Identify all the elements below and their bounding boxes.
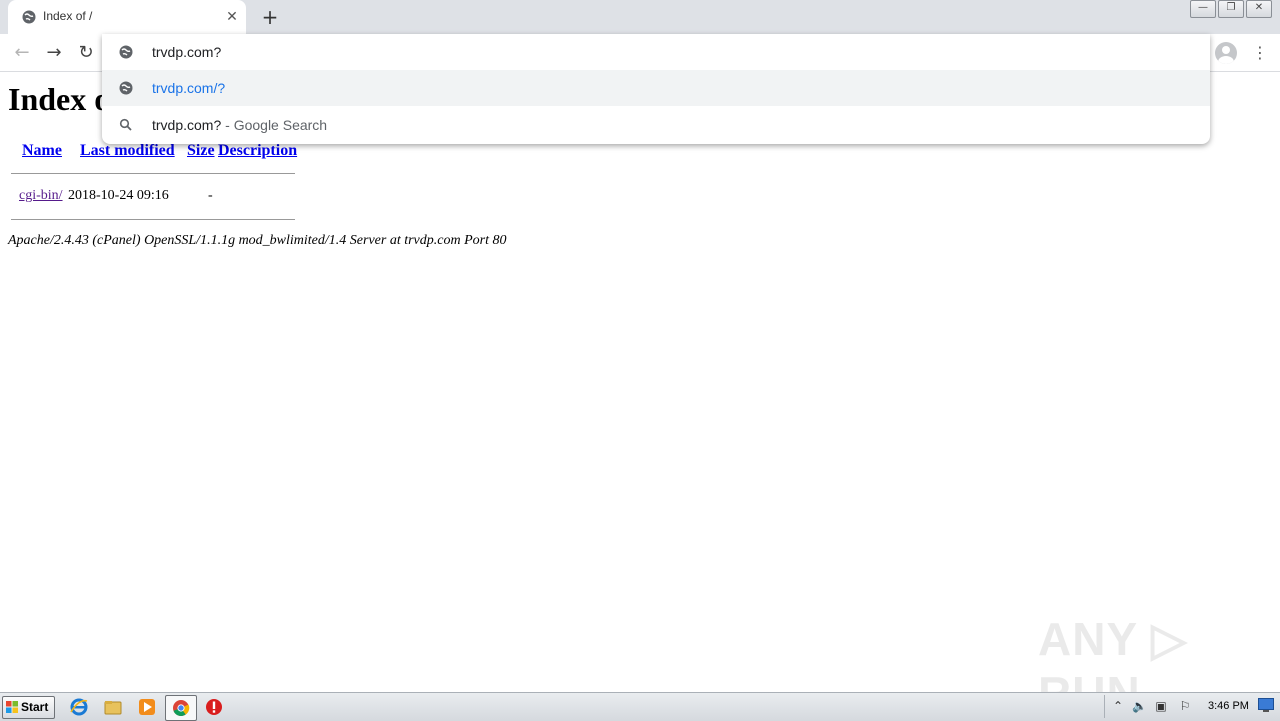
explorer-icon[interactable] — [103, 697, 123, 717]
file-date: 2018-10-24 09:16 — [68, 188, 169, 203]
tab-index[interactable]: Index of / ✕ — [8, 0, 246, 34]
suggestion-search-hint: - Google Search — [221, 117, 328, 133]
start-label: Start — [21, 700, 49, 714]
forward-button[interactable]: → — [43, 42, 65, 64]
close-icon[interactable]: ✕ — [224, 9, 240, 25]
globe-icon — [22, 10, 36, 24]
system-tray: ⌃ 🔈 ▣ ⚐ — [1104, 695, 1201, 718]
suggestion-search-query: trvdp.com? — [152, 117, 222, 133]
column-last-modified-link[interactable]: Last modified — [80, 142, 175, 160]
omnibox-suggestion-url[interactable]: trvdp.com/? — [102, 70, 1210, 106]
media-player-icon[interactable] — [137, 697, 157, 717]
divider — [11, 173, 295, 174]
reload-button[interactable]: ↻ — [75, 42, 97, 64]
menu-button[interactable]: ⋮ — [1252, 42, 1268, 64]
windows-logo-icon — [6, 701, 18, 713]
search-icon — [119, 118, 132, 131]
start-button[interactable]: Start — [2, 696, 55, 719]
chrome-icon — [173, 700, 190, 717]
file-link-cgi-bin[interactable]: cgi-bin/ — [19, 188, 63, 204]
close-window-button[interactable]: ✕ — [1246, 0, 1272, 18]
address-input-value: trvdp.com? — [152, 44, 222, 60]
taskbar: Start ⌃ 🔈 ▣ ⚐ 3:46 PM — [0, 692, 1280, 721]
globe-icon — [119, 45, 133, 59]
ie-icon[interactable] — [69, 697, 89, 717]
column-description-link[interactable]: Description — [218, 142, 297, 160]
page-content: Index of / Name Last modified Size Descr… — [0, 72, 1280, 692]
window-controls: — ❐ ✕ — [1188, 0, 1272, 18]
stop-icon[interactable] — [204, 697, 224, 717]
show-desktop-icon[interactable] — [1258, 698, 1274, 712]
tab-strip: Index of / ✕ + — ❐ ✕ — [0, 0, 1280, 34]
chrome-taskbar-button[interactable] — [165, 695, 197, 721]
omnibox-dropdown: trvdp.com? trvdp.com/? trvdp.com? - Goog… — [102, 34, 1210, 144]
globe-icon — [119, 81, 133, 95]
flag-icon[interactable]: ⚐ — [1178, 699, 1192, 713]
tab-title: Index of / — [43, 9, 93, 23]
column-size-link[interactable]: Size — [187, 142, 215, 160]
server-address: Apache/2.4.43 (cPanel) OpenSSL/1.1.1g mo… — [8, 233, 507, 248]
chevron-up-icon[interactable]: ⌃ — [1111, 699, 1125, 713]
omnibox-suggestion-search[interactable]: trvdp.com? - Google Search — [102, 107, 1210, 143]
minimize-button[interactable]: — — [1190, 0, 1216, 18]
profile-avatar[interactable] — [1215, 42, 1237, 64]
network-icon[interactable]: ▣ — [1154, 699, 1168, 713]
speaker-icon[interactable]: 🔈 — [1132, 699, 1147, 713]
suggestion-search-text: trvdp.com? - Google Search — [152, 117, 327, 133]
new-tab-button[interactable]: + — [259, 6, 281, 28]
file-size: - — [208, 188, 213, 203]
address-input[interactable]: trvdp.com? — [102, 34, 1210, 70]
divider — [11, 219, 295, 220]
restore-button[interactable]: ❐ — [1218, 0, 1244, 18]
column-name-link[interactable]: Name — [22, 142, 62, 160]
suggestion-url-text: trvdp.com/? — [152, 80, 226, 96]
clock[interactable]: 3:46 PM — [1208, 700, 1249, 712]
back-button[interactable]: ← — [11, 42, 33, 64]
